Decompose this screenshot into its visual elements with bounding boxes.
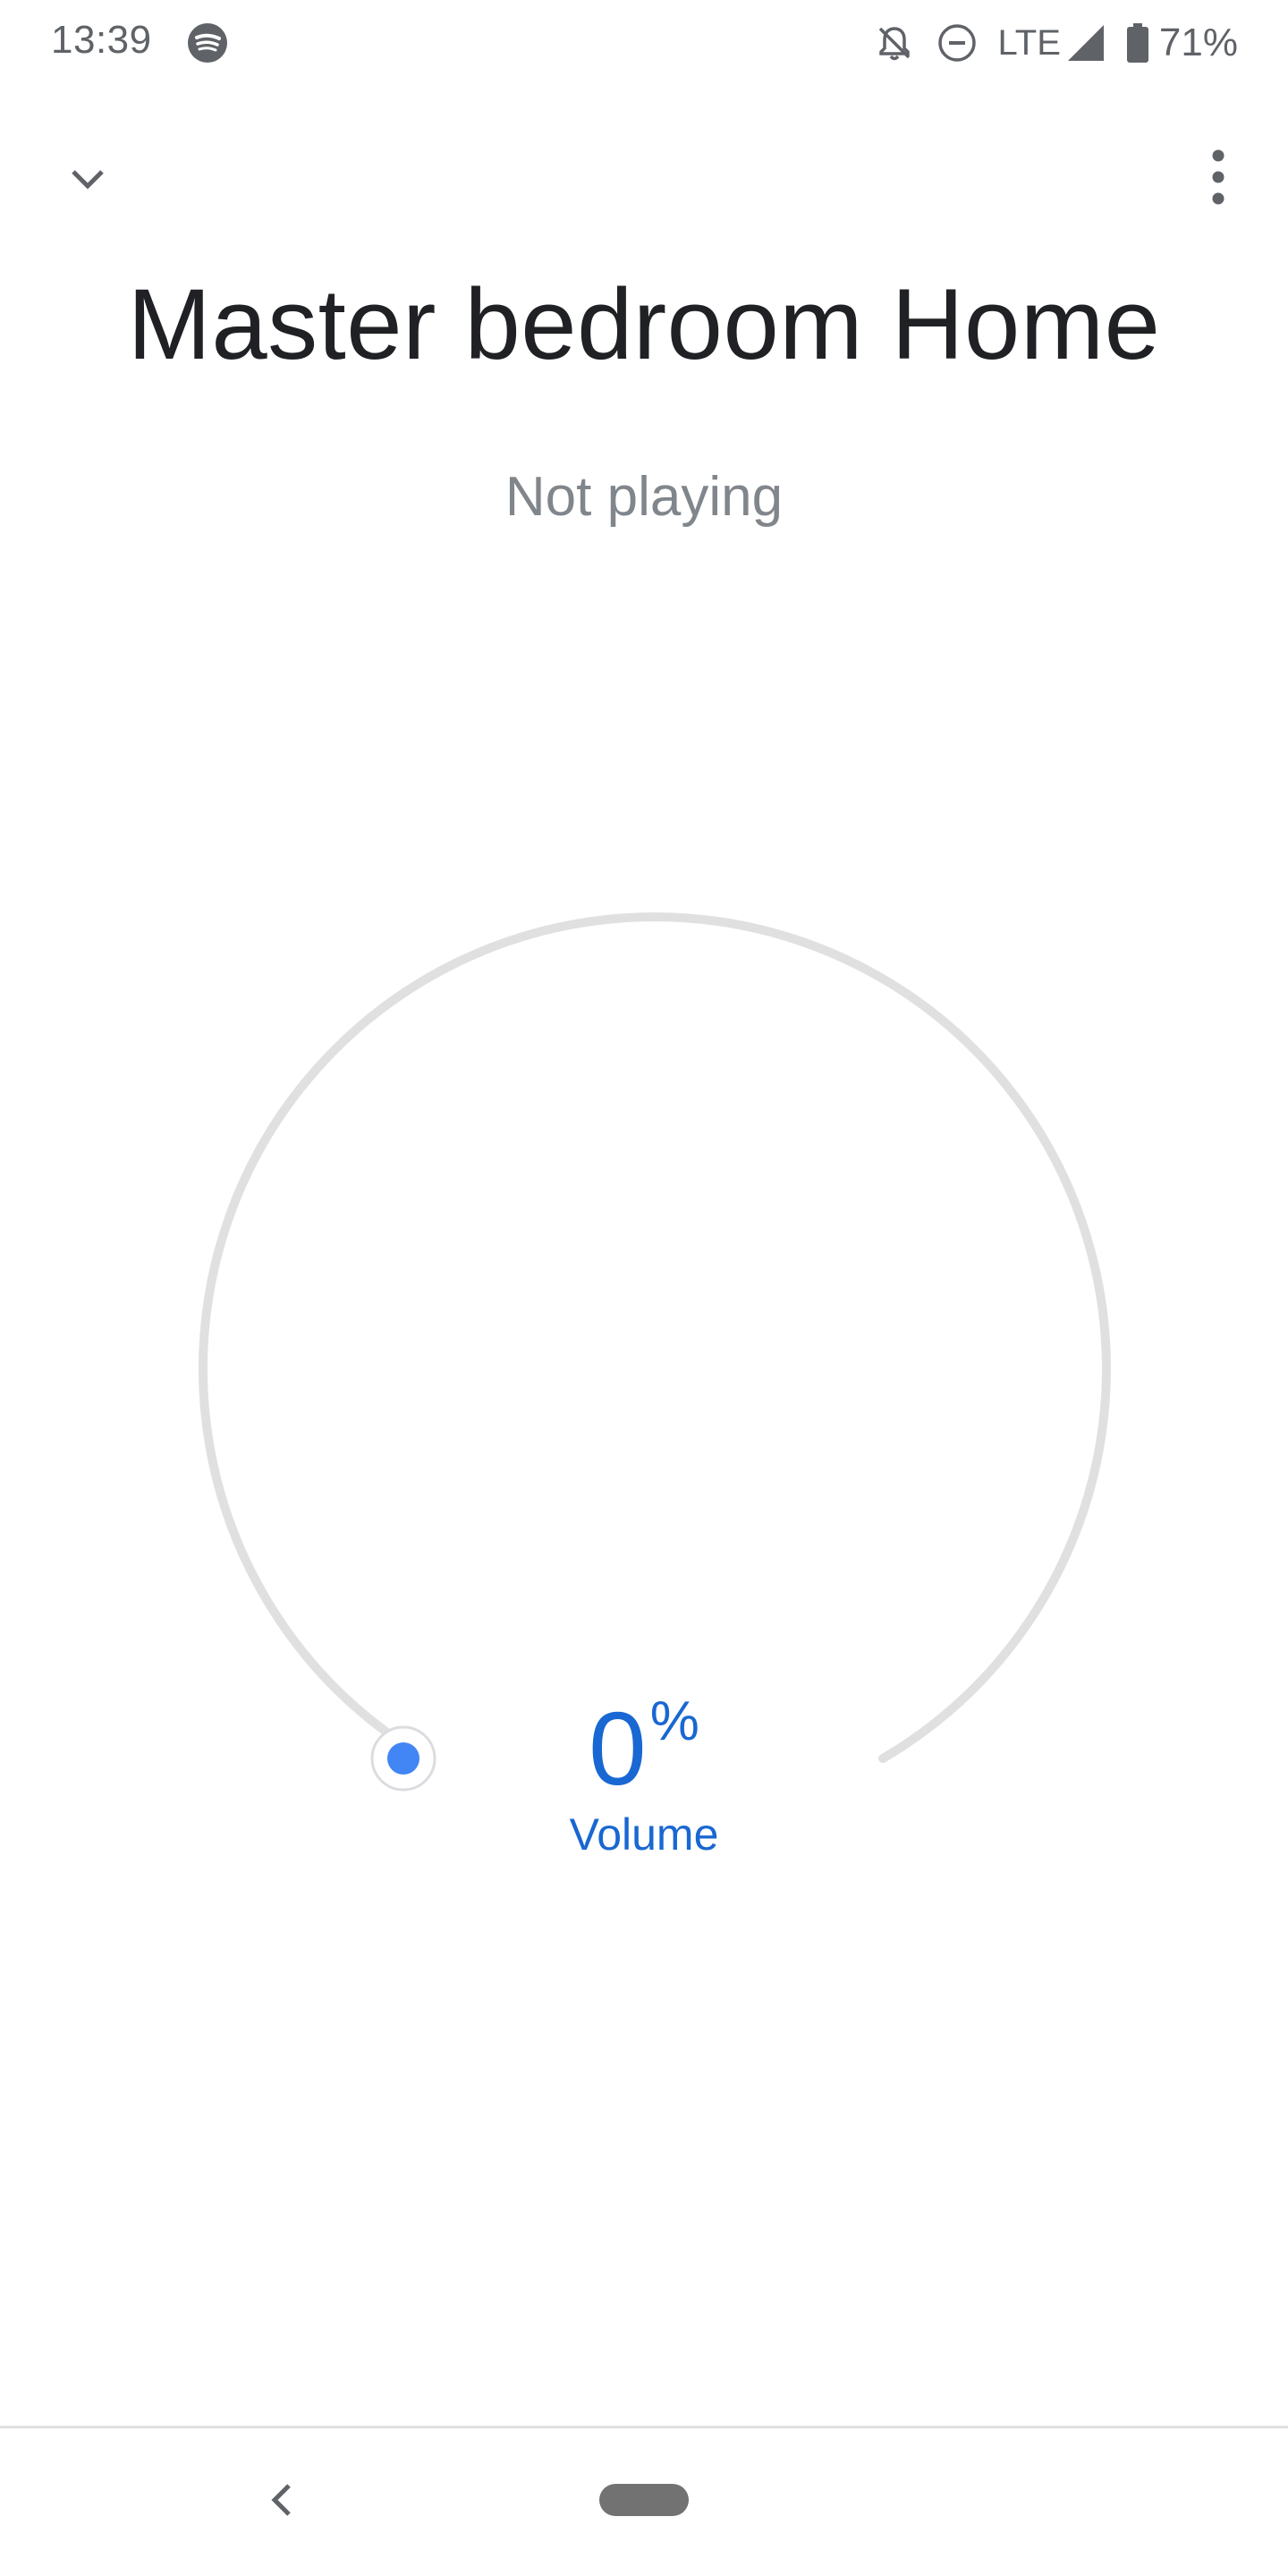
volume-value: 0 — [589, 1690, 647, 1807]
volume-track — [198, 912, 1111, 1763]
screen: 13:39 LTE 71% Master bedroom Home Not pl… — [0, 0, 1288, 2576]
volume-label: Volume — [569, 1809, 719, 1860]
volume-unit: % — [649, 1690, 699, 1752]
home-pill[interactable] — [599, 2484, 689, 2516]
volume-dial[interactable] — [0, 0, 1288, 2576]
back-icon — [271, 2484, 291, 2516]
nav-back-button[interactable] — [250, 2469, 313, 2531]
nav-divider — [0, 2426, 1288, 2428]
volume-readout: 0% — [0, 1690, 1288, 1807]
